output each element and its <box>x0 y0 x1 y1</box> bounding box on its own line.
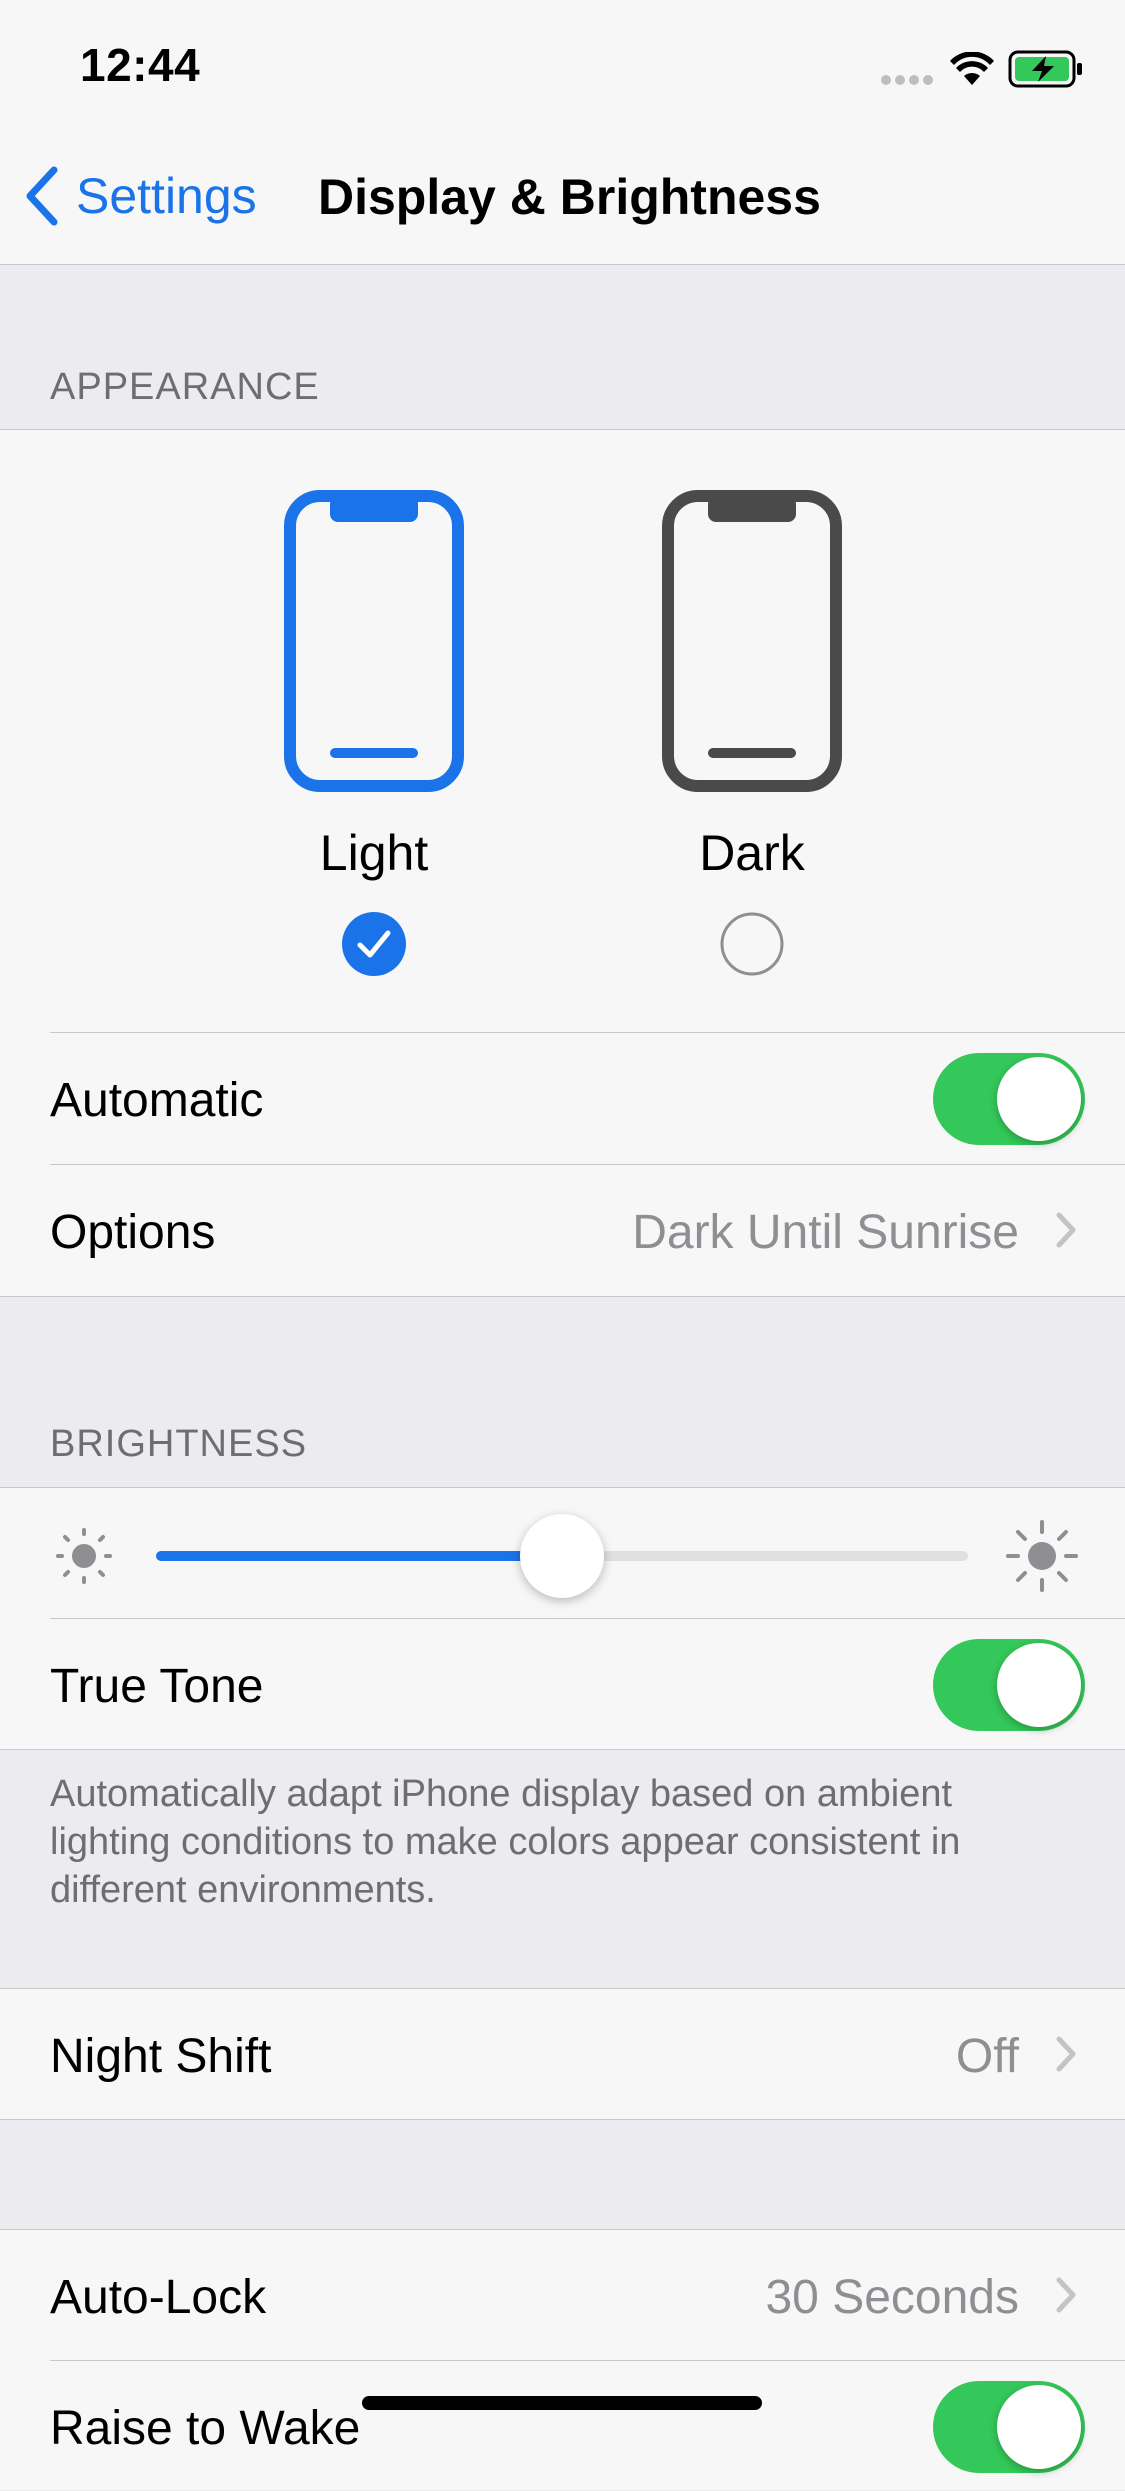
back-button[interactable]: Settings <box>24 166 257 226</box>
back-label: Settings <box>76 168 257 224</box>
auto-lock-label: Auto-Lock <box>50 2271 267 2324</box>
appearance-option-label: Light <box>319 825 429 881</box>
night-shift-label: Night Shift <box>50 2030 272 2083</box>
checkmark-circle-icon[interactable] <box>342 912 406 976</box>
options-label: Options <box>50 1206 216 1259</box>
battery-charging-icon <box>1008 50 1082 88</box>
slider-fill <box>156 1551 562 1561</box>
appearance-group: Light Dark Automatic Options Dark Until … <box>0 429 1125 1297</box>
options-row[interactable]: Options Dark Until Sunrise <box>0 1165 1125 1295</box>
status-bar: 12:44 <box>0 0 1125 130</box>
automatic-row: Automatic <box>0 1033 1125 1163</box>
raise-to-wake-label: Raise to Wake <box>50 2402 361 2455</box>
toggle-knob <box>997 1643 1081 1727</box>
automatic-toggle[interactable] <box>933 1053 1085 1145</box>
raise-to-wake-toggle[interactable] <box>933 2381 1085 2473</box>
toggle-knob <box>997 2385 1081 2469</box>
phone-light-icon <box>284 490 464 792</box>
brightness-slider-row <box>0 1488 1125 1618</box>
brightness-slider[interactable] <box>156 1514 968 1598</box>
home-indicator <box>362 2396 762 2410</box>
page-title: Display & Brightness <box>318 169 821 225</box>
unselected-circle-icon[interactable] <box>720 912 784 976</box>
raise-to-wake-row: Raise to Wake <box>0 2361 1125 2491</box>
chevron-right-icon <box>1056 1212 1076 1248</box>
appearance-option-dark[interactable]: Dark <box>632 490 872 1010</box>
chevron-right-icon <box>1056 2277 1076 2313</box>
appearance-option-light[interactable]: Light <box>254 490 494 1010</box>
wifi-icon <box>950 52 994 85</box>
toggle-knob <box>997 1057 1081 1141</box>
options-value: Dark Until Sunrise <box>632 1206 1019 1259</box>
brightness-group: True Tone <box>0 1487 1125 1750</box>
slider-thumb[interactable] <box>520 1514 604 1598</box>
appearance-header: APPEARANCE <box>50 366 320 408</box>
chevron-right-icon <box>1056 2036 1076 2072</box>
navigation-bar: Settings Display & Brightness <box>0 130 1125 265</box>
true-tone-toggle[interactable] <box>933 1639 1085 1731</box>
true-tone-footnote: Automatically adapt iPhone display based… <box>50 1773 961 1911</box>
brightness-header: BRIGHTNESS <box>50 1423 308 1465</box>
lock-group: Auto-Lock 30 Seconds Raise to Wake <box>0 2229 1125 2490</box>
true-tone-row: True Tone <box>0 1619 1125 1749</box>
auto-lock-row[interactable]: Auto-Lock 30 Seconds <box>0 2230 1125 2360</box>
signal-dots-icon <box>881 75 933 85</box>
sun-large-icon <box>1006 1520 1078 1592</box>
auto-lock-value: 30 Seconds <box>765 2271 1019 2324</box>
appearance-option-label: Dark <box>699 825 805 881</box>
sun-small-icon <box>56 1528 112 1584</box>
night-shift-row[interactable]: Night Shift Off <box>0 1989 1125 2119</box>
chevron-left-icon <box>26 166 58 226</box>
night-shift-value: Off <box>955 2030 1019 2083</box>
automatic-label: Automatic <box>50 1074 264 1127</box>
phone-dark-icon <box>662 490 842 792</box>
status-time: 12:44 <box>80 39 201 91</box>
night-shift-group: Night Shift Off <box>0 1988 1125 2120</box>
true-tone-label: True Tone <box>50 1660 264 1713</box>
